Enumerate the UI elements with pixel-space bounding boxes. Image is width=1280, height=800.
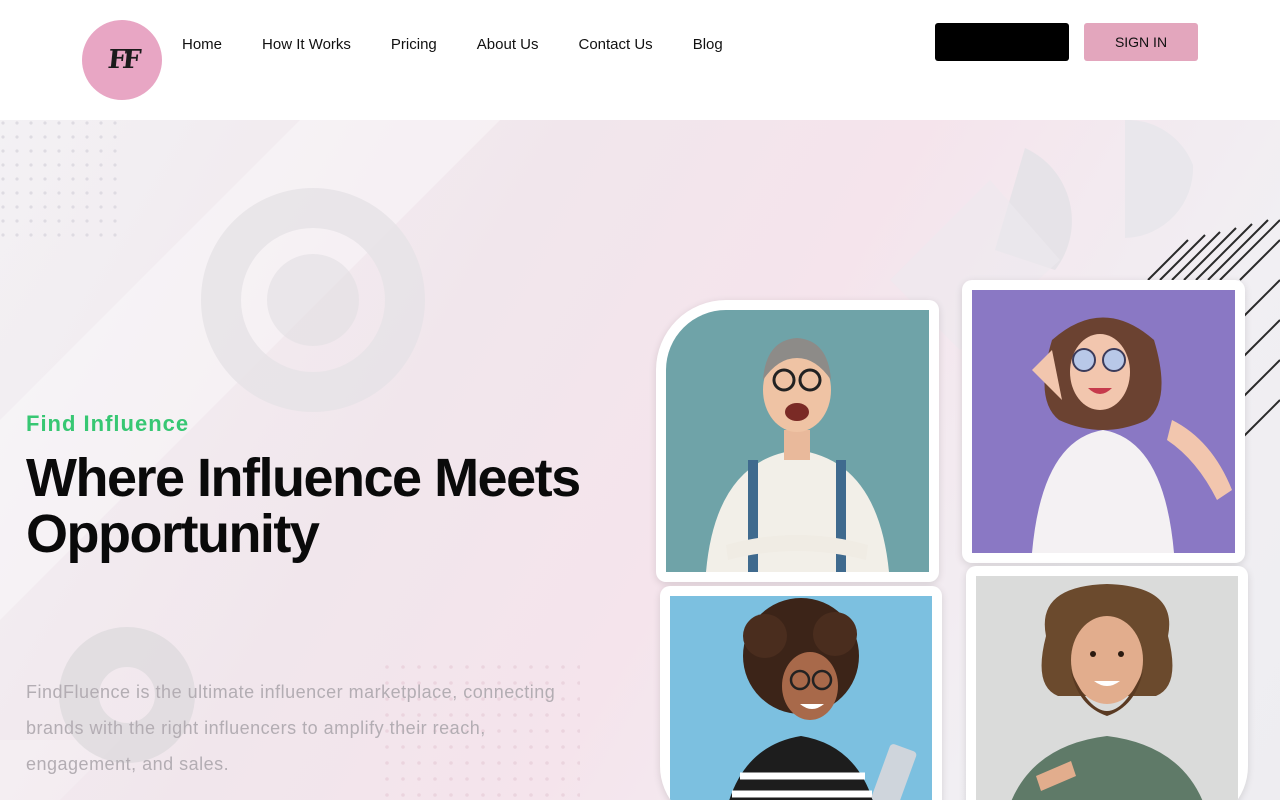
primary-button[interactable] <box>935 23 1069 61</box>
nav-about-us[interactable]: About Us <box>477 36 539 54</box>
influencer-photo-card <box>966 566 1248 800</box>
influencer-photo <box>670 596 932 800</box>
nav-home[interactable]: Home <box>182 36 222 54</box>
hero-eyebrow: Find Influence <box>26 411 190 436</box>
nav-how-it-works[interactable]: How It Works <box>262 36 351 54</box>
nav-pricing[interactable]: Pricing <box>391 36 437 54</box>
influencer-photo <box>976 576 1238 800</box>
influencer-photo <box>972 290 1235 553</box>
nav-contact-us[interactable]: Contact Us <box>578 36 652 54</box>
hero-headline: Where Influence Meets Opportunity <box>26 448 581 564</box>
influencer-photo-card <box>962 280 1245 563</box>
logo[interactable]: FF <box>82 20 162 100</box>
hero-section: Find Influence Where Influence Meets Opp… <box>0 120 1280 800</box>
sign-in-button[interactable]: SIGN IN <box>1084 23 1198 61</box>
main-nav: Home How It Works Pricing About Us Conta… <box>182 36 723 54</box>
influencer-photo-card <box>660 586 942 800</box>
logo-text: FF <box>105 45 139 75</box>
influencer-photo-card <box>656 300 939 582</box>
hero-description: FindFluence is the ultimate influencer m… <box>26 682 556 774</box>
influencer-photo <box>666 310 929 572</box>
nav-blog[interactable]: Blog <box>693 36 723 54</box>
site-header: FF Home How It Works Pricing About Us Co… <box>0 0 1280 120</box>
